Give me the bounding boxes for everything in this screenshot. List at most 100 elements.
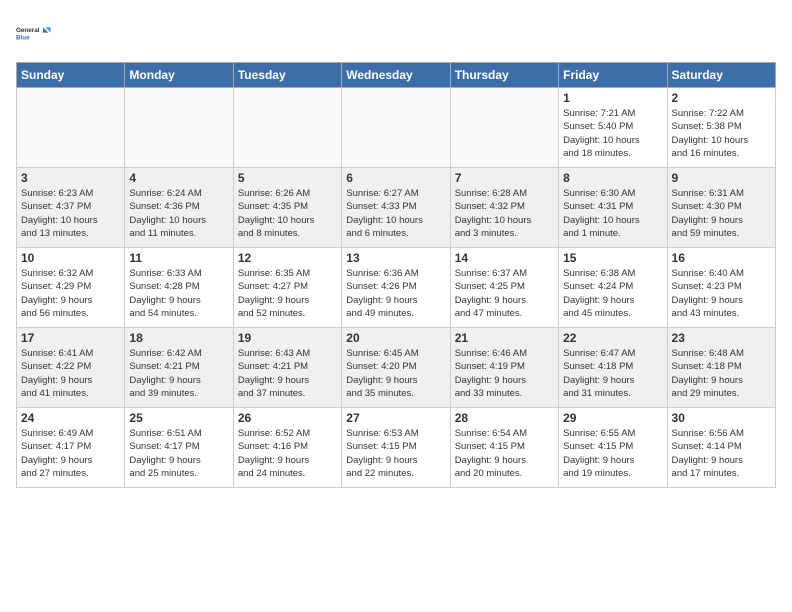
day-cell: 2 Sunrise: 7:22 AM Sunset: 5:38 PM Daylig…: [667, 88, 775, 168]
day-number: 16: [672, 251, 771, 265]
day-cell: 27 Sunrise: 6:53 AM Sunset: 4:15 PM Dayli…: [342, 408, 450, 488]
day-cell: 14 Sunrise: 6:37 AM Sunset: 4:25 PM Dayli…: [450, 248, 558, 328]
day-info: Sunrise: 7:22 AM Sunset: 5:38 PM Dayligh…: [672, 107, 771, 160]
week-row-2: 3Sunrise: 6:23 AM Sunset: 4:37 PM Daylig…: [17, 168, 776, 248]
day-number: 3: [21, 171, 120, 185]
day-number: 20: [346, 331, 445, 345]
day-cell: 24 Sunrise: 6:49 AM Sunset: 4:17 PM Dayli…: [17, 408, 125, 488]
day-info: Sunrise: 6:46 AM Sunset: 4:19 PM Dayligh…: [455, 347, 554, 400]
day-cell: 8 Sunrise: 6:30 AM Sunset: 4:31 PM Daylig…: [559, 168, 667, 248]
day-cell: 9Sunrise: 6:31 AM Sunset: 4:30 PM Daylig…: [667, 168, 775, 248]
day-cell: 23 Sunrise: 6:48 AM Sunset: 4:18 PM Dayli…: [667, 328, 775, 408]
day-number: 29: [563, 411, 662, 425]
day-info: Sunrise: 6:26 AM Sunset: 4:35 PM Dayligh…: [238, 187, 337, 240]
header-cell-saturday: Saturday: [667, 63, 775, 88]
day-cell: 20 Sunrise: 6:45 AM Sunset: 4:20 PM Dayli…: [342, 328, 450, 408]
day-cell: 3Sunrise: 6:23 AM Sunset: 4:37 PM Daylig…: [17, 168, 125, 248]
day-info: Sunrise: 6:45 AM Sunset: 4:20 PM Dayligh…: [346, 347, 445, 400]
day-info: Sunrise: 6:53 AM Sunset: 4:15 PM Dayligh…: [346, 427, 445, 480]
day-cell: 6 Sunrise: 6:27 AM Sunset: 4:33 PM Daylig…: [342, 168, 450, 248]
day-cell: [233, 88, 341, 168]
day-info: Sunrise: 6:32 AM Sunset: 4:29 PM Dayligh…: [21, 267, 120, 320]
day-cell: 15 Sunrise: 6:38 AM Sunset: 4:24 PM Dayli…: [559, 248, 667, 328]
header-cell-tuesday: Tuesday: [233, 63, 341, 88]
day-cell: 1 Sunrise: 7:21 AM Sunset: 5:40 PM Daylig…: [559, 88, 667, 168]
day-cell: [342, 88, 450, 168]
day-info: Sunrise: 6:40 AM Sunset: 4:23 PM Dayligh…: [672, 267, 771, 320]
day-cell: 5 Sunrise: 6:26 AM Sunset: 4:35 PM Daylig…: [233, 168, 341, 248]
day-cell: [450, 88, 558, 168]
calendar-header: SundayMondayTuesdayWednesdayThursdayFrid…: [17, 63, 776, 88]
day-cell: 22 Sunrise: 6:47 AM Sunset: 4:18 PM Dayli…: [559, 328, 667, 408]
day-info: Sunrise: 7:21 AM Sunset: 5:40 PM Dayligh…: [563, 107, 662, 160]
day-number: 5: [238, 171, 337, 185]
day-number: 22: [563, 331, 662, 345]
day-info: Sunrise: 6:31 AM Sunset: 4:30 PM Dayligh…: [672, 187, 771, 240]
week-row-3: 10Sunrise: 6:32 AM Sunset: 4:29 PM Dayli…: [17, 248, 776, 328]
day-info: Sunrise: 6:52 AM Sunset: 4:16 PM Dayligh…: [238, 427, 337, 480]
header-cell-monday: Monday: [125, 63, 233, 88]
day-info: Sunrise: 6:36 AM Sunset: 4:26 PM Dayligh…: [346, 267, 445, 320]
week-row-1: 1 Sunrise: 7:21 AM Sunset: 5:40 PM Daylig…: [17, 88, 776, 168]
day-cell: 13 Sunrise: 6:36 AM Sunset: 4:26 PM Dayli…: [342, 248, 450, 328]
day-cell: 16 Sunrise: 6:40 AM Sunset: 4:23 PM Dayli…: [667, 248, 775, 328]
day-cell: 26Sunrise: 6:52 AM Sunset: 4:16 PM Dayli…: [233, 408, 341, 488]
day-info: Sunrise: 6:43 AM Sunset: 4:21 PM Dayligh…: [238, 347, 337, 400]
day-cell: 10Sunrise: 6:32 AM Sunset: 4:29 PM Dayli…: [17, 248, 125, 328]
day-number: 2: [672, 91, 771, 105]
day-number: 23: [672, 331, 771, 345]
day-info: Sunrise: 6:47 AM Sunset: 4:18 PM Dayligh…: [563, 347, 662, 400]
day-number: 4: [129, 171, 228, 185]
day-number: 21: [455, 331, 554, 345]
day-info: Sunrise: 6:37 AM Sunset: 4:25 PM Dayligh…: [455, 267, 554, 320]
day-number: 30: [672, 411, 771, 425]
day-info: Sunrise: 6:55 AM Sunset: 4:15 PM Dayligh…: [563, 427, 662, 480]
header-cell-sunday: Sunday: [17, 63, 125, 88]
logo-icon: GeneralBlue: [16, 16, 52, 52]
day-cell: 29 Sunrise: 6:55 AM Sunset: 4:15 PM Dayli…: [559, 408, 667, 488]
day-number: 17: [21, 331, 120, 345]
day-info: Sunrise: 6:41 AM Sunset: 4:22 PM Dayligh…: [21, 347, 120, 400]
day-cell: 19 Sunrise: 6:43 AM Sunset: 4:21 PM Dayli…: [233, 328, 341, 408]
svg-text:General: General: [16, 27, 40, 34]
day-cell: 21 Sunrise: 6:46 AM Sunset: 4:19 PM Dayli…: [450, 328, 558, 408]
week-row-5: 24 Sunrise: 6:49 AM Sunset: 4:17 PM Dayli…: [17, 408, 776, 488]
day-number: 6: [346, 171, 445, 185]
day-cell: 28 Sunrise: 6:54 AM Sunset: 4:15 PM Dayli…: [450, 408, 558, 488]
day-number: 25: [129, 411, 228, 425]
day-number: 15: [563, 251, 662, 265]
header-cell-thursday: Thursday: [450, 63, 558, 88]
calendar-body: 1 Sunrise: 7:21 AM Sunset: 5:40 PM Daylig…: [17, 88, 776, 488]
day-number: 1: [563, 91, 662, 105]
day-info: Sunrise: 6:27 AM Sunset: 4:33 PM Dayligh…: [346, 187, 445, 240]
day-number: 13: [346, 251, 445, 265]
day-number: 19: [238, 331, 337, 345]
week-row-4: 17 Sunrise: 6:41 AM Sunset: 4:22 PM Dayli…: [17, 328, 776, 408]
day-info: Sunrise: 6:56 AM Sunset: 4:14 PM Dayligh…: [672, 427, 771, 480]
day-info: Sunrise: 6:33 AM Sunset: 4:28 PM Dayligh…: [129, 267, 228, 320]
page-header: GeneralBlue: [16, 16, 776, 52]
day-number: 8: [563, 171, 662, 185]
day-cell: 18Sunrise: 6:42 AM Sunset: 4:21 PM Dayli…: [125, 328, 233, 408]
day-cell: 4 Sunrise: 6:24 AM Sunset: 4:36 PM Daylig…: [125, 168, 233, 248]
day-number: 28: [455, 411, 554, 425]
day-info: Sunrise: 6:48 AM Sunset: 4:18 PM Dayligh…: [672, 347, 771, 400]
header-cell-friday: Friday: [559, 63, 667, 88]
day-number: 12: [238, 251, 337, 265]
day-cell: [17, 88, 125, 168]
day-info: Sunrise: 6:24 AM Sunset: 4:36 PM Dayligh…: [129, 187, 228, 240]
header-row: SundayMondayTuesdayWednesdayThursdayFrid…: [17, 63, 776, 88]
day-info: Sunrise: 6:35 AM Sunset: 4:27 PM Dayligh…: [238, 267, 337, 320]
day-cell: 7Sunrise: 6:28 AM Sunset: 4:32 PM Daylig…: [450, 168, 558, 248]
day-number: 24: [21, 411, 120, 425]
day-number: 14: [455, 251, 554, 265]
day-cell: 25Sunrise: 6:51 AM Sunset: 4:17 PM Dayli…: [125, 408, 233, 488]
day-info: Sunrise: 6:38 AM Sunset: 4:24 PM Dayligh…: [563, 267, 662, 320]
day-info: Sunrise: 6:49 AM Sunset: 4:17 PM Dayligh…: [21, 427, 120, 480]
day-number: 27: [346, 411, 445, 425]
day-cell: 30 Sunrise: 6:56 AM Sunset: 4:14 PM Dayli…: [667, 408, 775, 488]
day-info: Sunrise: 6:54 AM Sunset: 4:15 PM Dayligh…: [455, 427, 554, 480]
day-number: 18: [129, 331, 228, 345]
day-info: Sunrise: 6:30 AM Sunset: 4:31 PM Dayligh…: [563, 187, 662, 240]
day-cell: 11Sunrise: 6:33 AM Sunset: 4:28 PM Dayli…: [125, 248, 233, 328]
